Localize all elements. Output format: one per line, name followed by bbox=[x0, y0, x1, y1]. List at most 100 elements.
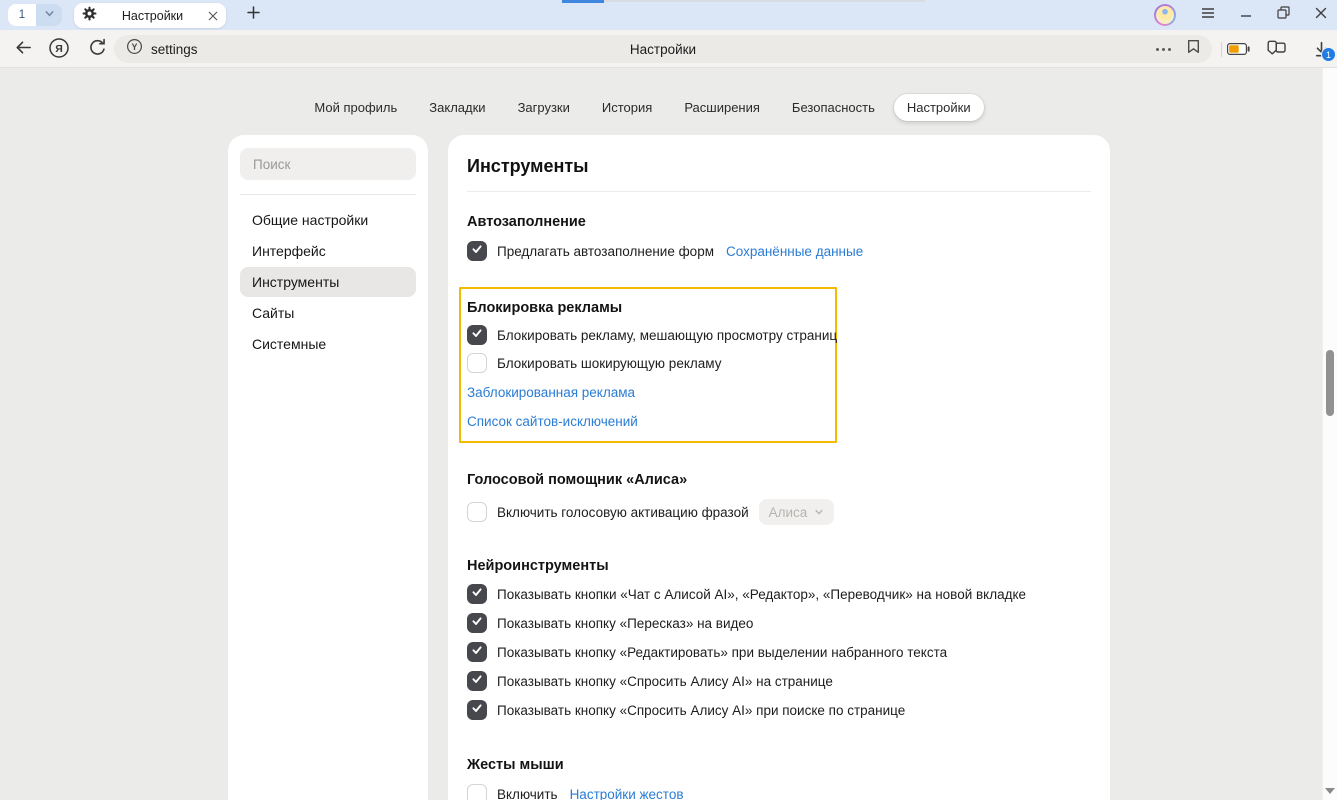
back-arrow-icon bbox=[14, 38, 33, 62]
toolbar-divider bbox=[1221, 42, 1222, 57]
tab-title: Настройки bbox=[97, 9, 208, 23]
search-input[interactable] bbox=[251, 156, 405, 173]
tab-counter-button[interactable]: 1 bbox=[8, 4, 36, 26]
close-button[interactable] bbox=[1315, 6, 1327, 24]
omnibox[interactable]: Y settings Настройки bbox=[114, 35, 1212, 63]
nav-tab-settings[interactable]: Настройки bbox=[894, 94, 984, 121]
checkbox[interactable] bbox=[467, 502, 487, 522]
checkbox[interactable] bbox=[467, 325, 487, 345]
reload-button[interactable] bbox=[86, 39, 108, 61]
checkbox[interactable] bbox=[467, 613, 487, 633]
checkbox[interactable] bbox=[467, 353, 487, 373]
checkmark-icon bbox=[471, 614, 483, 632]
svg-text:Я: Я bbox=[55, 43, 63, 55]
checkbox-label: Показывать кнопку «Пересказ» на видео bbox=[497, 616, 753, 631]
gear-icon bbox=[82, 6, 97, 26]
section-autofill: Автозаполнение Предлагать автозаполнение… bbox=[467, 213, 1091, 261]
setting-row: Включить голосовую активацию фразой Алис… bbox=[467, 499, 1091, 525]
checkmark-icon bbox=[471, 326, 483, 344]
sidebar-item-general[interactable]: Общие настройки bbox=[240, 205, 416, 235]
checkbox[interactable] bbox=[467, 671, 487, 691]
downloads-button[interactable]: 1 bbox=[1313, 40, 1330, 58]
minimize-icon bbox=[1240, 6, 1252, 24]
scrollbar-down-arrow[interactable] bbox=[1325, 788, 1335, 794]
checkbox-label: Включить bbox=[497, 787, 558, 800]
browser-menu-button[interactable] bbox=[1201, 6, 1215, 24]
checkmark-icon bbox=[471, 643, 483, 661]
tab-close-icon[interactable] bbox=[208, 11, 218, 21]
nav-tab-security[interactable]: Безопасность bbox=[779, 94, 888, 121]
tab-strip: 1 Н bbox=[0, 0, 1337, 30]
minimize-button[interactable] bbox=[1240, 6, 1252, 24]
sidebar-list: Общие настройки Интерфейс Инструменты Са… bbox=[240, 205, 416, 359]
gesture-settings-link[interactable]: Настройки жестов bbox=[570, 787, 684, 800]
close-icon bbox=[1315, 6, 1327, 24]
bookmark-icon[interactable] bbox=[1187, 39, 1200, 59]
settings-sidebar: Общие настройки Интерфейс Инструменты Са… bbox=[228, 135, 428, 800]
nav-tab-extensions[interactable]: Расширения bbox=[671, 94, 773, 121]
checkbox-label: Блокировать шокирующую рекламу bbox=[497, 356, 721, 371]
saved-data-link[interactable]: Сохранённые данные bbox=[726, 244, 863, 259]
address-url[interactable]: settings bbox=[151, 42, 198, 57]
checkmark-icon bbox=[471, 701, 483, 719]
checkbox-label: Блокировать рекламу, мешающую просмотру … bbox=[497, 328, 837, 343]
section-heading: Блокировка рекламы bbox=[467, 299, 827, 317]
setting-row: Показывать кнопку «Редактировать» при вы… bbox=[467, 642, 1091, 662]
restore-button[interactable] bbox=[1277, 6, 1290, 24]
sidebar-item-sites[interactable]: Сайты bbox=[240, 298, 416, 328]
checkbox[interactable] bbox=[467, 700, 487, 720]
checkmark-icon bbox=[471, 672, 483, 690]
setting-row: Включить Настройки жестов bbox=[467, 784, 1091, 800]
checkbox-label: Показывать кнопки «Чат с Алисой AI», «Ре… bbox=[497, 587, 1026, 602]
nav-tab-downloads[interactable]: Загрузки bbox=[505, 94, 583, 121]
back-button[interactable] bbox=[12, 39, 34, 61]
section-gestures: Жесты мыши Включить Настройки жестов bbox=[467, 756, 1091, 800]
tab-list-chevron-button[interactable] bbox=[36, 4, 62, 26]
nav-tab-bookmarks[interactable]: Закладки bbox=[416, 94, 498, 121]
tab-counter-group[interactable]: 1 bbox=[8, 4, 62, 26]
sidebar-item-system[interactable]: Системные bbox=[240, 329, 416, 359]
checkbox[interactable] bbox=[467, 241, 487, 261]
setting-row: Предлагать автозаполнение форм Сохранённ… bbox=[467, 241, 1091, 261]
setting-row: Показывать кнопку «Спросить Алису AI» на… bbox=[467, 671, 1091, 691]
scrollbar[interactable] bbox=[1322, 68, 1337, 800]
loading-progress-bar bbox=[562, 0, 604, 3]
sidebar-divider bbox=[240, 194, 416, 195]
yandex-logo-icon: Я bbox=[48, 37, 70, 64]
restore-icon bbox=[1277, 6, 1290, 24]
checkbox-label: Предлагать автозаполнение форм bbox=[497, 244, 714, 259]
chevron-down-icon bbox=[814, 505, 824, 520]
section-heading: Жесты мыши bbox=[467, 756, 1091, 774]
blocked-ads-link[interactable]: Заблокированная реклама bbox=[467, 384, 827, 402]
active-tab[interactable]: Настройки bbox=[74, 3, 226, 28]
section-heading: Автозаполнение bbox=[467, 213, 1091, 231]
sidebar-search[interactable] bbox=[240, 148, 416, 180]
site-exclusions-link[interactable]: Список сайтов-исключений bbox=[467, 413, 827, 431]
battery-icon[interactable] bbox=[1227, 43, 1250, 55]
loading-progress-track bbox=[604, 0, 925, 2]
checkbox[interactable] bbox=[467, 584, 487, 604]
setting-row: Показывать кнопки «Чат с Алисой AI», «Ре… bbox=[467, 584, 1091, 604]
tab-counter-value: 1 bbox=[19, 9, 25, 21]
download-icon: 1 bbox=[1313, 40, 1330, 58]
activation-phrase-dropdown[interactable]: Алиса bbox=[759, 499, 835, 525]
menu-icon bbox=[1201, 6, 1215, 24]
nav-tab-profile[interactable]: Мой профиль bbox=[301, 94, 410, 121]
user-avatar[interactable] bbox=[1154, 4, 1176, 26]
collections-icon[interactable] bbox=[1266, 40, 1287, 57]
yandex-home-button[interactable]: Я bbox=[48, 39, 70, 61]
checkbox[interactable] bbox=[467, 784, 487, 800]
sidebar-item-tools[interactable]: Инструменты bbox=[240, 267, 416, 297]
new-tab-button[interactable] bbox=[243, 5, 263, 25]
setting-row: Показывать кнопку «Спросить Алису AI» пр… bbox=[467, 700, 1091, 720]
sidebar-item-interface[interactable]: Интерфейс bbox=[240, 236, 416, 266]
more-options-icon[interactable] bbox=[1156, 48, 1171, 51]
settings-top-nav: Мой профиль Закладки Загрузки История Ра… bbox=[0, 94, 1337, 121]
chevron-down-icon bbox=[44, 6, 55, 24]
highlighted-adblock-section: Блокировка рекламы Блокировать рекламу, … bbox=[459, 287, 837, 443]
nav-tab-history[interactable]: История bbox=[589, 94, 665, 121]
settings-content: Инструменты Автозаполнение Предлагать ав… bbox=[448, 135, 1110, 800]
checkbox[interactable] bbox=[467, 642, 487, 662]
scrollbar-thumb[interactable] bbox=[1326, 350, 1334, 416]
setting-row: Блокировать рекламу, мешающую просмотру … bbox=[467, 325, 827, 345]
